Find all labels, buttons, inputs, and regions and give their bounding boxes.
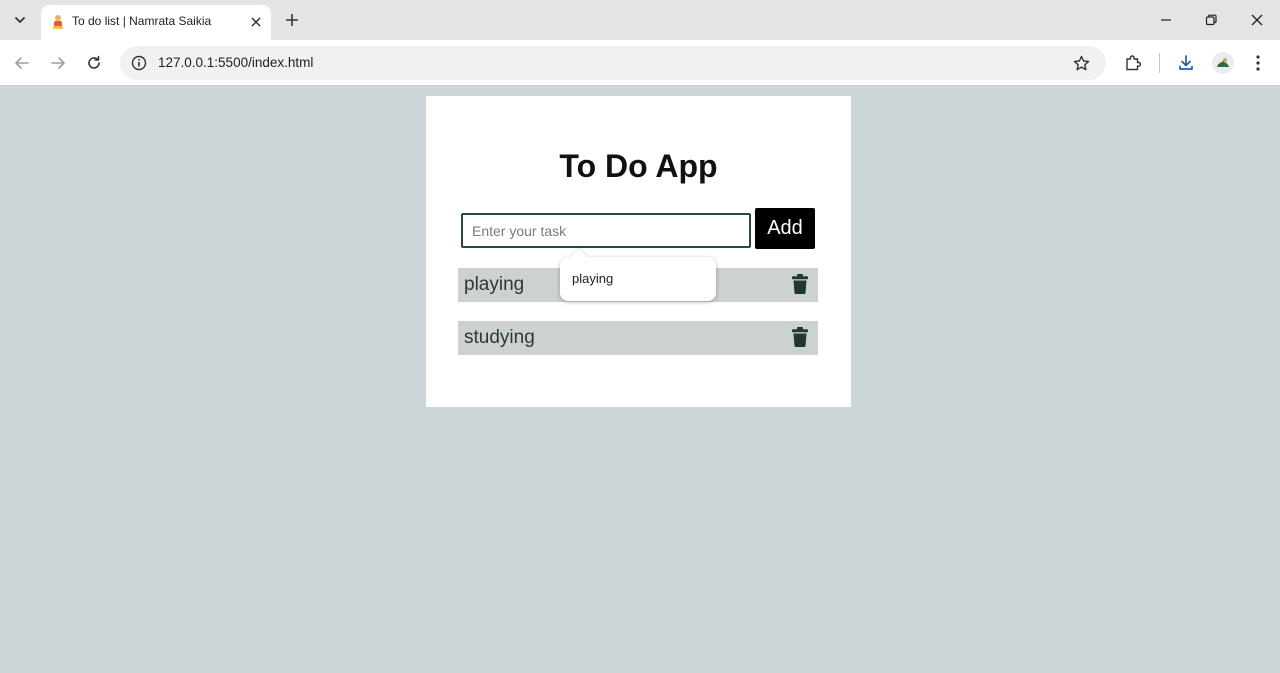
extensions-button[interactable] <box>1121 51 1145 75</box>
tab-search-button[interactable] <box>6 7 34 33</box>
autocomplete-suggestion[interactable]: playing <box>572 271 613 286</box>
page-viewport: To Do App Add playing studying <box>0 87 1280 673</box>
close-window-button[interactable] <box>1242 6 1272 34</box>
delete-task-button[interactable] <box>791 326 809 348</box>
profile-icon <box>1212 52 1234 74</box>
new-tab-button[interactable] <box>281 9 303 31</box>
app-favicon <box>53 15 63 29</box>
trash-icon <box>792 274 808 294</box>
close-icon <box>1251 14 1263 26</box>
tab-close-button[interactable] <box>246 12 266 32</box>
kebab-menu-icon <box>1256 55 1260 71</box>
restore-button[interactable] <box>1196 6 1226 34</box>
trash-icon <box>792 327 808 347</box>
reload-button[interactable] <box>80 49 108 77</box>
task-text: studying <box>464 327 535 348</box>
browser-tab-active[interactable]: To do list | Namrata Saikia <box>41 5 271 40</box>
arrow-right-icon <box>51 57 65 69</box>
close-icon <box>251 17 261 27</box>
add-button[interactable]: Add <box>755 208 815 249</box>
task-input[interactable] <box>461 213 751 248</box>
browser-tabstrip: To do list | Namrata Saikia <box>0 0 1280 40</box>
minimize-icon <box>1161 19 1171 21</box>
arrow-left-icon <box>15 57 29 69</box>
back-button[interactable] <box>8 49 36 77</box>
delete-task-button[interactable] <box>791 273 809 295</box>
toolbar-separator <box>1159 53 1160 73</box>
plus-icon <box>286 14 298 26</box>
browser-toolbar: 127.0.0.1:5500/index.html <box>0 40 1280 86</box>
chevron-down-icon <box>15 17 25 23</box>
info-icon <box>131 55 147 71</box>
tab-title: To do list | Namrata Saikia <box>72 14 212 28</box>
downloads-button[interactable] <box>1174 51 1198 75</box>
browser-menu-button[interactable] <box>1246 51 1270 75</box>
profile-avatar[interactable] <box>1212 52 1234 74</box>
forward-button[interactable] <box>44 49 72 77</box>
download-icon <box>1179 55 1193 70</box>
bookmark-button[interactable] <box>1070 52 1092 74</box>
minimize-button[interactable] <box>1151 6 1181 34</box>
puzzle-icon <box>1126 55 1142 71</box>
url-text[interactable]: 127.0.0.1:5500/index.html <box>158 55 313 70</box>
address-bar[interactable]: 127.0.0.1:5500/index.html <box>120 46 1106 80</box>
task-text: playing <box>464 274 525 295</box>
autocomplete-popup: playing <box>560 257 716 301</box>
site-info-button[interactable] <box>128 52 150 74</box>
restore-icon <box>1205 14 1217 26</box>
star-icon <box>1073 55 1089 70</box>
reload-icon <box>88 55 100 69</box>
todo-card: To Do App Add playing studying <box>426 96 851 407</box>
app-title: To Do App <box>559 148 718 184</box>
task-item: studying <box>458 321 818 355</box>
